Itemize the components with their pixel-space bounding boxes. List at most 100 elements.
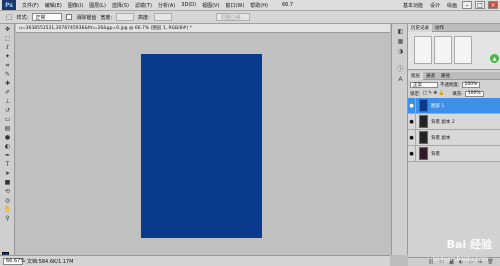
menu-3d[interactable]: 3D(D) xyxy=(181,2,196,8)
history-snapshot[interactable] xyxy=(414,36,432,64)
gradient-tool-icon[interactable]: ▤ xyxy=(3,125,12,132)
document-title: u=3638553531,3078745936&fm=26&gp=0.jpg @… xyxy=(19,26,192,31)
assist-button[interactable]: ▲ xyxy=(490,54,499,63)
history-snapshot[interactable] xyxy=(454,36,472,64)
brush-tool-icon[interactable]: ✐ xyxy=(3,89,12,96)
blend-mode-select[interactable]: 正常 xyxy=(410,81,438,88)
tab-history[interactable]: 历史记录 xyxy=(408,23,432,32)
3d-rotate-tool-icon[interactable]: ⟲ xyxy=(3,188,12,195)
layer-row[interactable]: ● 图层 1 xyxy=(408,97,500,114)
menu-filter[interactable]: 滤镜(T) xyxy=(135,2,152,9)
eye-icon[interactable]: ● xyxy=(408,145,416,162)
document-info[interactable]: 文档:584.6K/1.17M xyxy=(27,258,73,265)
eye-icon[interactable]: ● xyxy=(408,113,416,130)
pen-tool-icon[interactable]: ✒ xyxy=(3,152,12,159)
minimize-button[interactable]: – xyxy=(462,1,472,9)
height-label: 高度: xyxy=(138,14,150,21)
width-input[interactable] xyxy=(116,13,135,21)
menu-help[interactable]: 帮助(H) xyxy=(250,2,268,9)
shape-tool-icon[interactable]: ■ xyxy=(3,179,12,186)
maximize-button[interactable]: □ xyxy=(475,1,485,9)
color-panel-icon[interactable]: ◧ xyxy=(396,28,405,35)
layer-row[interactable]: ● 背景 xyxy=(408,145,500,162)
tab-channels[interactable]: 通道 xyxy=(423,72,438,80)
opacity-input[interactable]: 100% xyxy=(461,81,481,88)
character-panel-icon[interactable]: A xyxy=(396,76,405,83)
menu-window[interactable]: 窗口(W) xyxy=(225,2,244,9)
eraser-tool-icon[interactable]: ▭ xyxy=(3,116,12,123)
history-panel xyxy=(408,32,500,70)
blur-tool-icon[interactable]: ● xyxy=(3,134,12,141)
healing-brush-tool-icon[interactable]: ✚ xyxy=(3,80,12,87)
layer-thumbnail xyxy=(419,115,428,128)
lasso-tool-icon[interactable]: ℓ xyxy=(3,44,12,51)
style-select[interactable]: 正常 xyxy=(32,13,63,21)
crop-tool-icon[interactable]: ⌗ xyxy=(3,62,12,69)
delete-layer-icon[interactable]: 🗑 xyxy=(487,259,493,265)
swatches-panel-icon[interactable]: ▦ xyxy=(396,38,405,45)
menu-image[interactable]: 图像(I) xyxy=(68,2,83,9)
right-panels: 历史记录 动作 图层 通道 路径 正常 不透明度: 100% 锁定: □ ✎ ✥… xyxy=(408,23,500,266)
width-label: 宽度: xyxy=(100,14,113,21)
close-button[interactable]: × xyxy=(488,1,498,9)
hand-tool-icon[interactable]: ✋ xyxy=(3,206,12,213)
layer-name: 图层 1 xyxy=(431,103,445,109)
workspace-essentials-button[interactable]: 基本功能 xyxy=(401,2,425,9)
eye-icon[interactable]: ● xyxy=(408,97,416,114)
layer-row[interactable]: ● 背景 副本 2 xyxy=(408,113,500,130)
3d-camera-tool-icon[interactable]: ◎ xyxy=(3,197,12,204)
document-canvas[interactable] xyxy=(141,54,262,238)
history-snapshot[interactable] xyxy=(434,36,452,64)
zoom-level[interactable]: 66.7 xyxy=(282,2,293,8)
status-bar: 66.67% 文档:584.6K/1.17M xyxy=(0,255,390,266)
dodge-tool-icon[interactable]: ◐ xyxy=(3,143,12,150)
workspace-design-button[interactable]: 设计 xyxy=(428,2,442,9)
path-selection-tool-icon[interactable]: ➤ xyxy=(3,170,12,177)
tab-layers[interactable]: 图层 xyxy=(408,71,423,80)
eyedropper-tool-icon[interactable]: ✎ xyxy=(3,71,12,78)
menu-edit[interactable]: 编辑(E) xyxy=(45,2,62,9)
menu-layer[interactable]: 图层(L) xyxy=(89,2,106,9)
magic-wand-tool-icon[interactable]: ✦ xyxy=(3,53,12,60)
height-input[interactable] xyxy=(153,13,172,21)
fill-label: 填充: xyxy=(452,91,463,97)
type-tool-icon[interactable]: T xyxy=(3,161,12,168)
layer-thumbnail xyxy=(419,99,428,112)
history-panel-tabs: 历史记录 动作 xyxy=(408,23,500,32)
tab-paths[interactable]: 路径 xyxy=(438,72,453,80)
marquee-tool-icon[interactable]: ⬚ xyxy=(3,35,12,42)
menu-select[interactable]: 选择(S) xyxy=(112,2,129,9)
adjustments-panel-icon[interactable]: ◑ xyxy=(396,48,405,55)
layer-name: 背景 xyxy=(431,151,440,157)
tab-actions[interactable]: 动作 xyxy=(432,24,447,32)
canvas-area[interactable] xyxy=(16,34,390,255)
history-brush-tool-icon[interactable]: ↺ xyxy=(3,107,12,114)
style-label: 样式: xyxy=(16,14,29,21)
antialias-checkbox[interactable] xyxy=(66,14,73,20)
menu-bar: Ps 文件(F) 编辑(E) 图像(I) 图层(L) 选择(S) 滤镜(T) 分… xyxy=(0,0,500,11)
window-controls: 基本功能 设计 绘画 – □ × xyxy=(401,1,498,9)
options-bar: ⬚ 样式: 正常 消除锯齿 宽度: 高度: 调整边缘... xyxy=(0,11,500,24)
layer-thumbnail xyxy=(419,131,428,144)
panel-icon-column: ◧ ▦ ◑ ⓘ A xyxy=(391,24,408,255)
info-panel-icon[interactable]: ⓘ xyxy=(396,66,405,73)
menu-view[interactable]: 视图(V) xyxy=(202,2,219,9)
marquee-tool-icon[interactable]: ⬚ xyxy=(6,13,13,21)
layer-row[interactable]: ● 背景 副本 xyxy=(408,129,500,146)
document-tab[interactable]: u=3638553531,3078745936&fm=26&gp=0.jpg @… xyxy=(16,24,390,33)
menu-analysis[interactable]: 分析(A) xyxy=(158,2,175,9)
lock-icons[interactable]: □ ✎ ✥ 🔒 xyxy=(423,91,445,96)
fill-input[interactable]: 100% xyxy=(464,90,484,97)
move-tool-icon[interactable]: ✥ xyxy=(3,26,12,33)
app-logo: Ps xyxy=(2,0,16,10)
eye-icon[interactable]: ● xyxy=(408,129,416,146)
menu-file[interactable]: 文件(F) xyxy=(22,2,39,9)
zoom-tool-icon[interactable]: ⚲ xyxy=(3,215,12,222)
baidu-watermark: Bai 经验 xyxy=(446,238,492,251)
layer-name: 背景 副本 xyxy=(431,135,451,141)
antialias-label: 消除锯齿 xyxy=(76,14,97,21)
refine-edge-button[interactable]: 调整边缘... xyxy=(215,13,251,21)
clone-stamp-tool-icon[interactable]: ⊥ xyxy=(3,98,12,105)
status-zoom-field[interactable]: 66.67% xyxy=(3,257,25,265)
workspace-painting-button[interactable]: 绘画 xyxy=(445,2,459,9)
